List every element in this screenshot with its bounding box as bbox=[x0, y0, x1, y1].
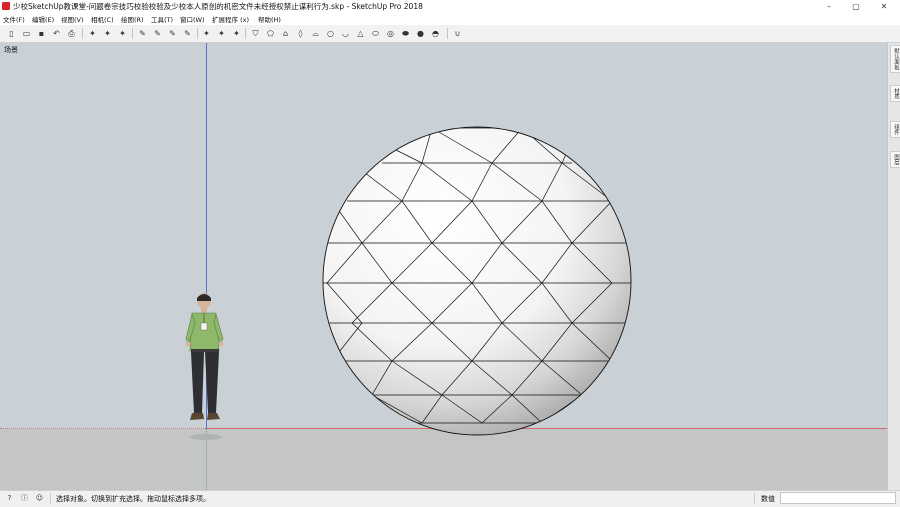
toolbar-separator bbox=[447, 28, 448, 39]
status-hint: 选择对象。切换到扩充选择。拖动鼠标选择多项。 bbox=[56, 495, 210, 503]
toolbar: ▯ ▭ ▪ ↶ ⎙ ✦ ✦ ✦ ✎ ✎ ✎ ✎ ✦ ✦ ✦ ⛉ ⬠ ⌂ ◊ ⌓ … bbox=[0, 25, 900, 43]
measurements-input[interactable] bbox=[780, 492, 896, 504]
menu-view[interactable]: 视图(V) bbox=[61, 14, 84, 24]
default-tray: 默认面板 材质 组件 图层 bbox=[887, 43, 900, 490]
menu-bar: 文件(F) 编辑(E) 视图(V) 相机(C) 绘图(R) 工具(T) 窗口(W… bbox=[0, 13, 900, 25]
shape-half-sphere-icon[interactable]: ◓ bbox=[430, 28, 441, 39]
menu-draw[interactable]: 绘图(R) bbox=[121, 14, 144, 24]
line-tool-icon[interactable]: ✎ bbox=[137, 28, 148, 39]
toolbar-separator bbox=[132, 28, 133, 39]
menu-window[interactable]: 窗口(W) bbox=[180, 14, 205, 24]
toolbar-separator bbox=[197, 28, 198, 39]
shape-shield-icon[interactable]: ⛉ bbox=[250, 28, 261, 39]
tray-tab-layers[interactable]: 图层 bbox=[890, 151, 900, 168]
shape-circle-icon[interactable]: ○ bbox=[325, 28, 336, 39]
measurements-label: 数值 bbox=[761, 495, 775, 503]
shape-drop-icon[interactable]: ◊ bbox=[295, 28, 306, 39]
shape-cylinder-icon[interactable]: ⌓ bbox=[310, 28, 321, 39]
red-axis-negative bbox=[0, 428, 206, 429]
toolbar-separator bbox=[245, 28, 246, 39]
eraser-tool-icon[interactable]: ✦ bbox=[117, 28, 128, 39]
shape-cone-icon[interactable]: ⌂ bbox=[280, 28, 291, 39]
shape-ellipse-icon[interactable]: ⬭ bbox=[370, 28, 381, 39]
tray-tab-materials[interactable]: 材质 bbox=[890, 85, 900, 102]
shape-torus-icon[interactable]: ◎ bbox=[385, 28, 396, 39]
menu-extensions[interactable]: 扩展程序 (x) bbox=[212, 14, 249, 24]
status-bar: ? ⓘ ☺ 选择对象。切换到扩充选择。拖动鼠标选择多项。 数值 bbox=[0, 490, 900, 507]
toolbar-separator bbox=[82, 28, 83, 39]
save-icon[interactable]: ▪ bbox=[36, 28, 47, 39]
scene-tab[interactable]: 场景 bbox=[4, 45, 18, 55]
move-tool-icon[interactable]: ✦ bbox=[201, 28, 212, 39]
scale-tool-icon[interactable]: ✦ bbox=[231, 28, 242, 39]
undo-icon[interactable]: ↶ bbox=[51, 28, 62, 39]
status-separator bbox=[754, 493, 755, 504]
credits-icon[interactable]: ⓘ bbox=[20, 494, 29, 503]
rectangle-tool-icon[interactable]: ✎ bbox=[167, 28, 178, 39]
open-file-icon[interactable]: ▭ bbox=[21, 28, 32, 39]
ground-plane bbox=[0, 429, 887, 490]
scale-figure[interactable] bbox=[180, 291, 232, 441]
print-icon[interactable]: ⎙ bbox=[66, 28, 77, 39]
geo-location-icon[interactable]: ? bbox=[5, 494, 14, 503]
geodesic-sphere[interactable] bbox=[322, 123, 632, 438]
shape-pentagon-icon[interactable]: ⬠ bbox=[265, 28, 276, 39]
sketchup-logo-icon bbox=[2, 2, 10, 10]
menu-camera[interactable]: 相机(C) bbox=[91, 14, 114, 24]
paint-tool-icon[interactable]: ✦ bbox=[102, 28, 113, 39]
shape-triangle-icon[interactable]: △ bbox=[355, 28, 366, 39]
minimize-icon[interactable]: – bbox=[816, 0, 842, 13]
rotate-tool-icon[interactable]: ✦ bbox=[216, 28, 227, 39]
viewport[interactable]: 场景 bbox=[0, 43, 887, 490]
close-icon[interactable]: ✕ bbox=[871, 0, 897, 13]
push-pull-tool-icon[interactable]: ✎ bbox=[182, 28, 193, 39]
shape-cup-icon[interactable]: ◡ bbox=[340, 28, 351, 39]
magnet-icon[interactable]: ∪ bbox=[452, 28, 463, 39]
shape-disc-icon[interactable]: ⬬ bbox=[400, 28, 411, 39]
shape-sphere-icon[interactable]: ● bbox=[415, 28, 426, 39]
user-account-icon[interactable]: ☺ bbox=[35, 494, 44, 503]
menu-tools[interactable]: 工具(T) bbox=[151, 14, 173, 24]
select-tool-icon[interactable]: ✦ bbox=[87, 28, 98, 39]
tray-tab-default[interactable]: 默认面板 bbox=[890, 45, 900, 73]
window-title: 少校SketchUp教课堂-问题卷宗技巧校验校验及少校本人原创的机密文件未经授权… bbox=[13, 2, 423, 11]
menu-file[interactable]: 文件(F) bbox=[3, 14, 25, 24]
title-bar: 少校SketchUp教课堂-问题卷宗技巧校验校验及少校本人原创的机密文件未经授权… bbox=[0, 0, 900, 13]
new-file-icon[interactable]: ▯ bbox=[6, 28, 17, 39]
menu-help[interactable]: 帮助(H) bbox=[258, 14, 281, 24]
menu-edit[interactable]: 编辑(E) bbox=[32, 14, 54, 24]
restore-icon[interactable]: ▢ bbox=[843, 0, 869, 13]
status-separator bbox=[50, 493, 51, 504]
arc-tool-icon[interactable]: ✎ bbox=[152, 28, 163, 39]
tray-tab-components[interactable]: 组件 bbox=[890, 121, 900, 138]
